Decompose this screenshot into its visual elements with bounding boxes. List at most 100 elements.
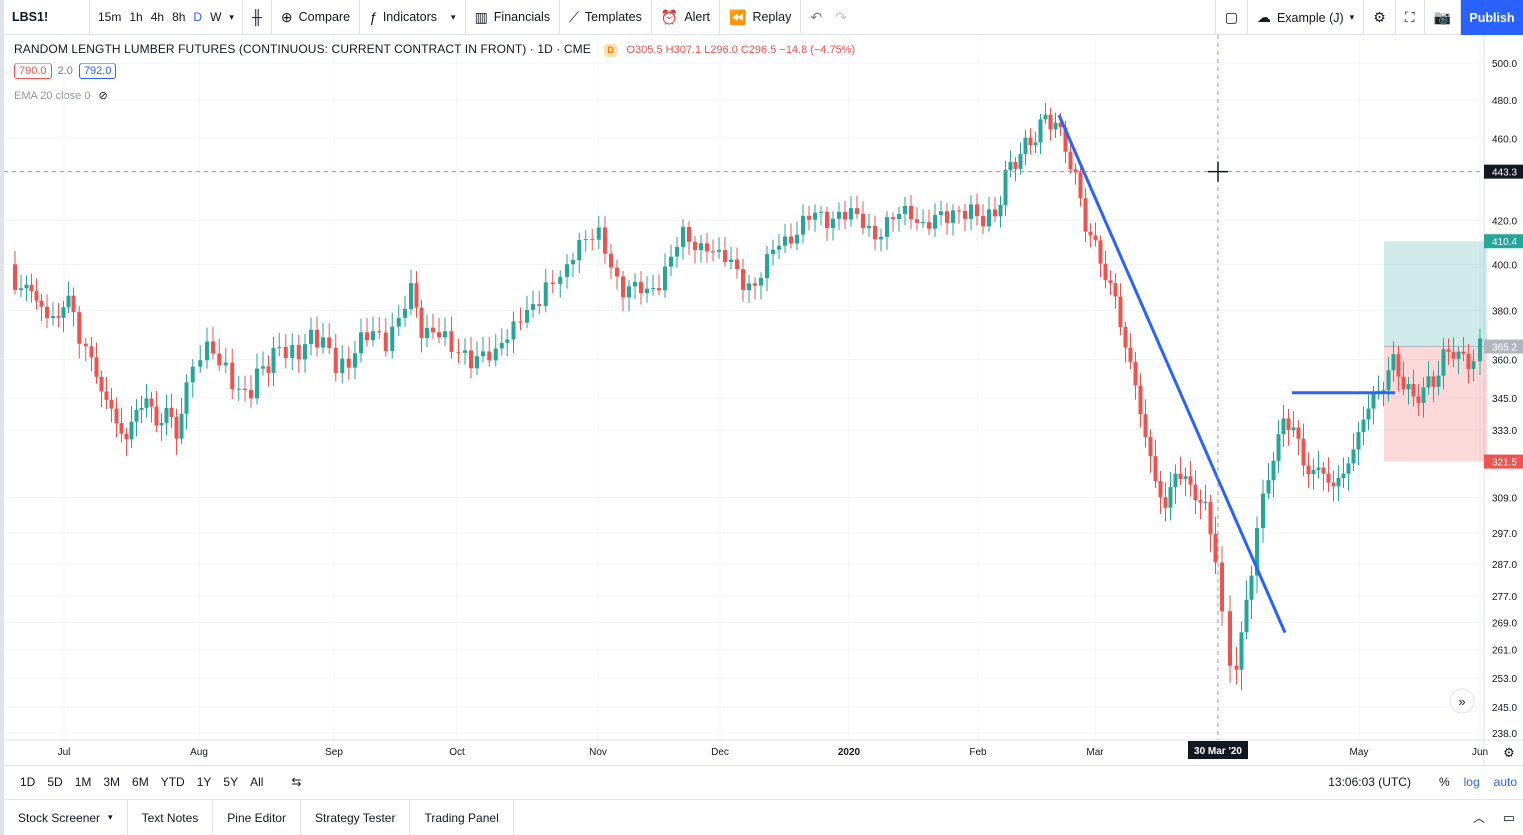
interval-d[interactable]: D: [189, 10, 206, 24]
candle-body: [283, 346, 288, 358]
candle-body: [1108, 280, 1113, 284]
candle-body: [975, 204, 979, 217]
tab-strategy-tester[interactable]: Strategy Tester: [301, 799, 411, 835]
candle-body: [550, 282, 555, 284]
candle-body: [963, 210, 967, 219]
candle-body: [1471, 361, 1476, 370]
chevron-down-icon[interactable]: ▾: [1350, 12, 1355, 23]
percent-toggle[interactable]: %: [1439, 775, 1450, 789]
price-tick-label: 500.0: [1492, 59, 1517, 70]
tab-stock-screener[interactable]: Stock Screener ▾: [4, 799, 128, 835]
candle-body: [1261, 493, 1265, 528]
templates-icon: ⟋: [569, 8, 579, 25]
alert-button[interactable]: ⏰ Alert: [652, 0, 721, 35]
price-chart[interactable]: » 500.0 480.0 460.0 420.0 400.0 380.0 360.0 345…: [4, 35, 1523, 765]
chevron-up-icon[interactable]: ︿: [1473, 809, 1485, 826]
candle-body: [1093, 235, 1098, 241]
chart-type-button[interactable]: ╫: [243, 0, 272, 35]
compare-label: Compare: [298, 10, 351, 24]
range-5d[interactable]: 5D: [41, 775, 68, 789]
candle-body: [205, 341, 209, 361]
candle-body: [469, 350, 473, 369]
interval-15m[interactable]: 15m: [94, 10, 125, 24]
fullscreen-button[interactable]: ⛶: [1396, 0, 1425, 35]
candle-body: [1098, 240, 1103, 264]
layout-button[interactable]: ▢: [1214, 0, 1248, 35]
data-badge[interactable]: D: [604, 44, 618, 57]
financials-button[interactable]: ▥ Financials: [466, 0, 561, 35]
maximize-panel-icon[interactable]: ▭: [1503, 810, 1515, 826]
publish-button[interactable]: Publish: [1461, 0, 1523, 35]
candle-body: [807, 215, 811, 220]
goto-date-icon[interactable]: ⇆: [285, 775, 307, 789]
price-tick-label: 297.0: [1492, 529, 1517, 540]
grid: [4, 35, 1523, 765]
tab-pine-editor[interactable]: Pine Editor: [213, 799, 301, 835]
price-axis[interactable]: 500.0 480.0 460.0 420.0 400.0 380.0 360.0 345.0…: [1484, 59, 1523, 740]
tab-trading-panel[interactable]: Trading Panel: [410, 799, 514, 835]
candle-body: [1008, 161, 1013, 171]
candle-body: [1048, 114, 1053, 130]
undo-button[interactable]: ↶: [801, 0, 826, 35]
compare-button[interactable]: ⊕ Compare: [272, 0, 361, 35]
candle-body: [813, 212, 817, 220]
range-1y[interactable]: 1Y: [191, 775, 218, 789]
price-badge-label: 321.5: [1492, 458, 1517, 469]
candle-body: [1396, 354, 1401, 377]
interval-w[interactable]: W: [206, 10, 225, 24]
tab-label: Stock Screener: [18, 810, 101, 825]
range-1d[interactable]: 1D: [14, 775, 41, 789]
time-tick-label: Feb: [969, 747, 987, 758]
redo-button[interactable]: ↷: [826, 0, 856, 35]
replay-button[interactable]: ⏪ Replay: [720, 0, 802, 35]
candle-body: [61, 307, 66, 318]
candle-body: [481, 351, 485, 357]
range-ytd[interactable]: YTD: [155, 775, 191, 789]
settings-button[interactable]: ⚙: [1364, 0, 1396, 35]
interval-8h[interactable]: 8h: [168, 10, 189, 24]
candle-body: [939, 211, 943, 216]
candle-body: [915, 219, 919, 223]
log-toggle[interactable]: log: [1464, 775, 1480, 789]
chevron-down-icon[interactable]: ▾: [108, 812, 113, 823]
candle-body: [771, 249, 775, 255]
candle-body: [1188, 476, 1193, 485]
candle-body: [711, 251, 715, 253]
range-5y[interactable]: 5Y: [217, 775, 244, 789]
chevron-down-icon[interactable]: ▾: [225, 12, 238, 23]
interval-4h[interactable]: 4h: [147, 10, 168, 24]
ohlc-values: O305.5 H307.1 L296.0 C296.5 −14.8 (−4.75…: [626, 44, 856, 56]
auto-toggle[interactable]: auto: [1494, 775, 1517, 789]
interval-1h[interactable]: 1h: [125, 10, 146, 24]
candle-body: [71, 295, 76, 313]
candle-body: [1028, 137, 1033, 146]
symbol-search[interactable]: LBS1!: [4, 0, 90, 35]
layout-name-button[interactable]: ☁ Example (J) ▾: [1248, 0, 1365, 35]
candle-body: [1406, 384, 1411, 390]
candle-body: [987, 209, 991, 227]
candle-body: [271, 347, 276, 373]
candle-body: [1401, 376, 1406, 390]
date-ranges: 1D 5D 1M 3M 6M YTD 1Y 5Y All ⇆: [4, 775, 307, 789]
candle-body: [66, 295, 71, 308]
range-6m[interactable]: 6M: [126, 775, 155, 789]
tab-text-notes[interactable]: Text Notes: [128, 799, 214, 835]
candle-body: [1391, 354, 1396, 371]
candle-body: [243, 388, 247, 390]
candle-body: [657, 288, 661, 291]
snapshot-button[interactable]: 📷: [1425, 0, 1461, 35]
range-1m[interactable]: 1M: [69, 775, 98, 789]
utc-clock[interactable]: 13:06:03 (UTC): [1328, 775, 1411, 789]
candle-body: [903, 205, 907, 215]
chart-legend: RANDOM LENGTH LUMBER FUTURES (CONTINUOUS…: [14, 42, 855, 57]
range-all[interactable]: All: [244, 775, 269, 789]
tab-label: Text Notes: [141, 810, 199, 825]
candle-body: [425, 327, 429, 339]
range-3m[interactable]: 3M: [97, 775, 126, 789]
chart-area[interactable]: RANDOM LENGTH LUMBER FUTURES (CONTINUOUS…: [4, 35, 1523, 765]
time-axis[interactable]: Jul Aug Sep Oct Nov Dec 2020 Feb Mar May Jun 30 Mar…: [58, 741, 1515, 760]
candle-body: [1381, 390, 1386, 392]
indicators-button[interactable]: ƒ Indicators ▾: [360, 0, 466, 35]
chevron-down-icon[interactable]: ▾: [451, 12, 456, 23]
templates-button[interactable]: ⟋ Templates: [560, 0, 652, 35]
